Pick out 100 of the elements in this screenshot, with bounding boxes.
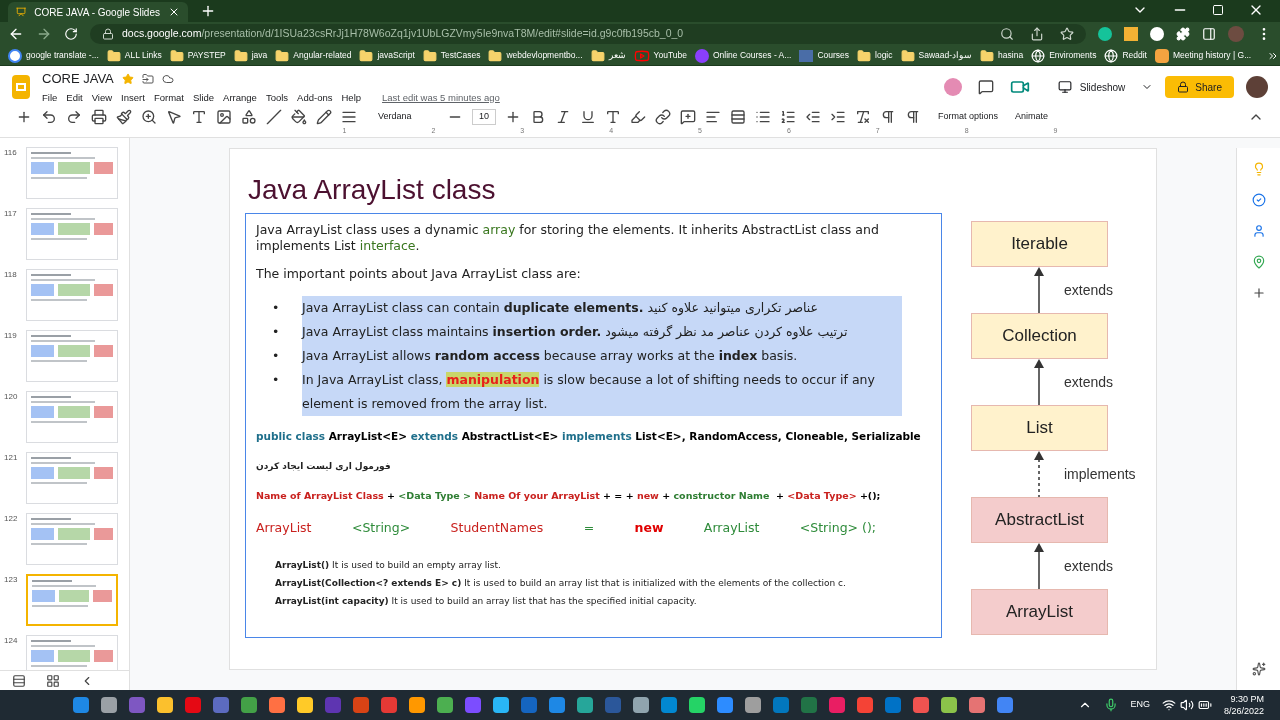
indent-decrease-icon[interactable] xyxy=(805,109,821,125)
animate-button[interactable]: Animate xyxy=(1015,110,1049,124)
last-edit-link[interactable]: Last edit was 5 minutes ago xyxy=(382,90,500,105)
bookmark[interactable]: hasina xyxy=(980,48,1024,63)
forward-icon[interactable] xyxy=(36,26,52,42)
highlight-icon[interactable] xyxy=(630,109,646,125)
side-panel-icon[interactable] xyxy=(1202,27,1216,41)
bookmark[interactable]: java xyxy=(233,48,268,63)
app-icon[interactable] xyxy=(577,697,594,713)
slide-thumbnail[interactable] xyxy=(26,391,118,443)
app-icon[interactable] xyxy=(241,697,258,713)
text-box-icon[interactable] xyxy=(191,109,207,125)
filmstrip-view-icon[interactable] xyxy=(12,673,26,688)
reload-icon[interactable] xyxy=(64,27,78,41)
underline-icon[interactable] xyxy=(580,109,596,125)
share-icon[interactable] xyxy=(1030,27,1044,41)
ltr-icon[interactable] xyxy=(880,109,896,125)
bookmark[interactable]: YouTube xyxy=(633,47,687,64)
language-indicator[interactable]: ENG xyxy=(1130,698,1150,712)
app-icon[interactable] xyxy=(269,697,286,713)
rtl-icon[interactable] xyxy=(905,109,921,125)
clear-formatting-icon[interactable] xyxy=(855,109,871,125)
bookmark[interactable]: javaScript xyxy=(359,48,415,63)
bookmark[interactable]: Enviroments xyxy=(1031,48,1097,63)
extensions-icon[interactable] xyxy=(1176,27,1190,41)
menu-item[interactable]: Help xyxy=(341,90,362,105)
link-icon[interactable] xyxy=(655,109,671,125)
menu-item[interactable]: Arrange xyxy=(223,90,257,105)
bookmark[interactable]: Courses xyxy=(799,49,850,62)
tasks-icon[interactable] xyxy=(1251,193,1266,207)
font-dropdown[interactable]: Verdana xyxy=(378,110,438,124)
bookmark[interactable]: Sawaad-سواد xyxy=(900,48,973,63)
print-icon[interactable] xyxy=(91,109,107,125)
slide-thumbnail[interactable] xyxy=(26,269,118,321)
indent-increase-icon[interactable] xyxy=(830,109,846,125)
app-icon[interactable] xyxy=(717,697,734,713)
bookmark-star-icon[interactable] xyxy=(1060,27,1074,41)
explore-icon[interactable] xyxy=(1251,662,1266,676)
zoom-icon[interactable] xyxy=(141,109,157,125)
back-icon[interactable] xyxy=(8,26,24,42)
shapes-icon[interactable] xyxy=(241,109,257,125)
font-size-field[interactable]: 10 xyxy=(472,109,496,125)
image-icon[interactable] xyxy=(216,109,232,125)
app-icon[interactable] xyxy=(409,697,426,713)
slide-thumbnail[interactable] xyxy=(26,574,118,626)
app-icon[interactable] xyxy=(157,697,174,713)
menu-item[interactable]: Edit xyxy=(66,90,83,105)
maps-icon[interactable] xyxy=(1251,255,1266,269)
bookmark[interactable]: ALL Links xyxy=(106,48,162,63)
menu-item[interactable]: Format xyxy=(153,90,184,105)
bold-icon[interactable] xyxy=(530,109,546,125)
bookmark[interactable]: PAYSTEP xyxy=(169,48,226,63)
battery-icon[interactable] xyxy=(1197,698,1212,712)
slide-thumbnail[interactable] xyxy=(26,147,118,199)
new-slide-icon[interactable] xyxy=(16,109,32,125)
align-icon[interactable] xyxy=(705,109,721,125)
bookmark[interactable]: TestCases xyxy=(422,48,481,63)
app-icon[interactable] xyxy=(297,697,314,713)
address-field[interactable]: docs.google.com/presentation/d/1ISUa23csRrJj1H78W6oZq1jv1UbLGZVmy5Ie9nvaT8M/edit#slide=id.g9c0fb195cb_0_0 xyxy=(90,24,1086,44)
grid-view-icon[interactable] xyxy=(46,673,60,688)
comments-icon[interactable] xyxy=(977,79,994,95)
restore-icon[interactable] xyxy=(1212,4,1224,16)
app-icon[interactable] xyxy=(549,697,566,713)
border-color-icon[interactable] xyxy=(316,109,332,125)
app-icon[interactable] xyxy=(857,697,874,713)
text-color-icon[interactable] xyxy=(605,109,621,125)
account-avatar[interactable] xyxy=(1246,76,1268,98)
app-icon[interactable] xyxy=(997,697,1014,713)
close-icon[interactable] xyxy=(168,6,180,18)
menu-item[interactable]: File xyxy=(42,90,58,105)
move-icon[interactable] xyxy=(141,72,154,85)
border-weight-icon[interactable] xyxy=(341,109,357,125)
slide-thumbnail[interactable] xyxy=(26,513,118,565)
slideshow-button[interactable]: Slideshow xyxy=(1049,76,1134,98)
clock-time[interactable]: 9:30 PM xyxy=(1230,693,1264,705)
browser-tab[interactable]: CORE JAVA - Google Slides xyxy=(8,2,188,22)
bookmark[interactable]: Online Courses - A... xyxy=(694,48,792,63)
extension-icon[interactable] xyxy=(1098,27,1112,41)
zoom-icon[interactable] xyxy=(1000,27,1014,41)
mic-icon[interactable] xyxy=(1104,698,1119,712)
bookmark[interactable]: logic xyxy=(857,48,893,63)
menu-item[interactable]: View xyxy=(91,90,113,105)
add-icon[interactable] xyxy=(1251,286,1266,300)
redo-icon[interactable] xyxy=(66,109,82,125)
bulleted-list-icon[interactable] xyxy=(755,109,771,125)
app-icon[interactable] xyxy=(633,697,650,713)
line-spacing-icon[interactable] xyxy=(730,109,746,125)
format-options-button[interactable]: Format options xyxy=(938,110,999,124)
comment-icon[interactable] xyxy=(680,109,696,125)
share-button[interactable]: Share xyxy=(1165,76,1234,98)
app-icon[interactable] xyxy=(745,697,762,713)
new-tab-icon[interactable] xyxy=(200,3,216,19)
menu-item[interactable]: Add-ons xyxy=(297,90,333,105)
paint-format-icon[interactable] xyxy=(116,109,132,125)
extension-icon[interactable] xyxy=(1150,27,1164,41)
document-title[interactable]: CORE JAVA xyxy=(42,69,114,89)
app-icon[interactable] xyxy=(941,697,958,713)
increase-size-icon[interactable] xyxy=(505,109,521,125)
fill-icon[interactable] xyxy=(291,109,307,125)
numbered-list-icon[interactable] xyxy=(780,109,796,125)
